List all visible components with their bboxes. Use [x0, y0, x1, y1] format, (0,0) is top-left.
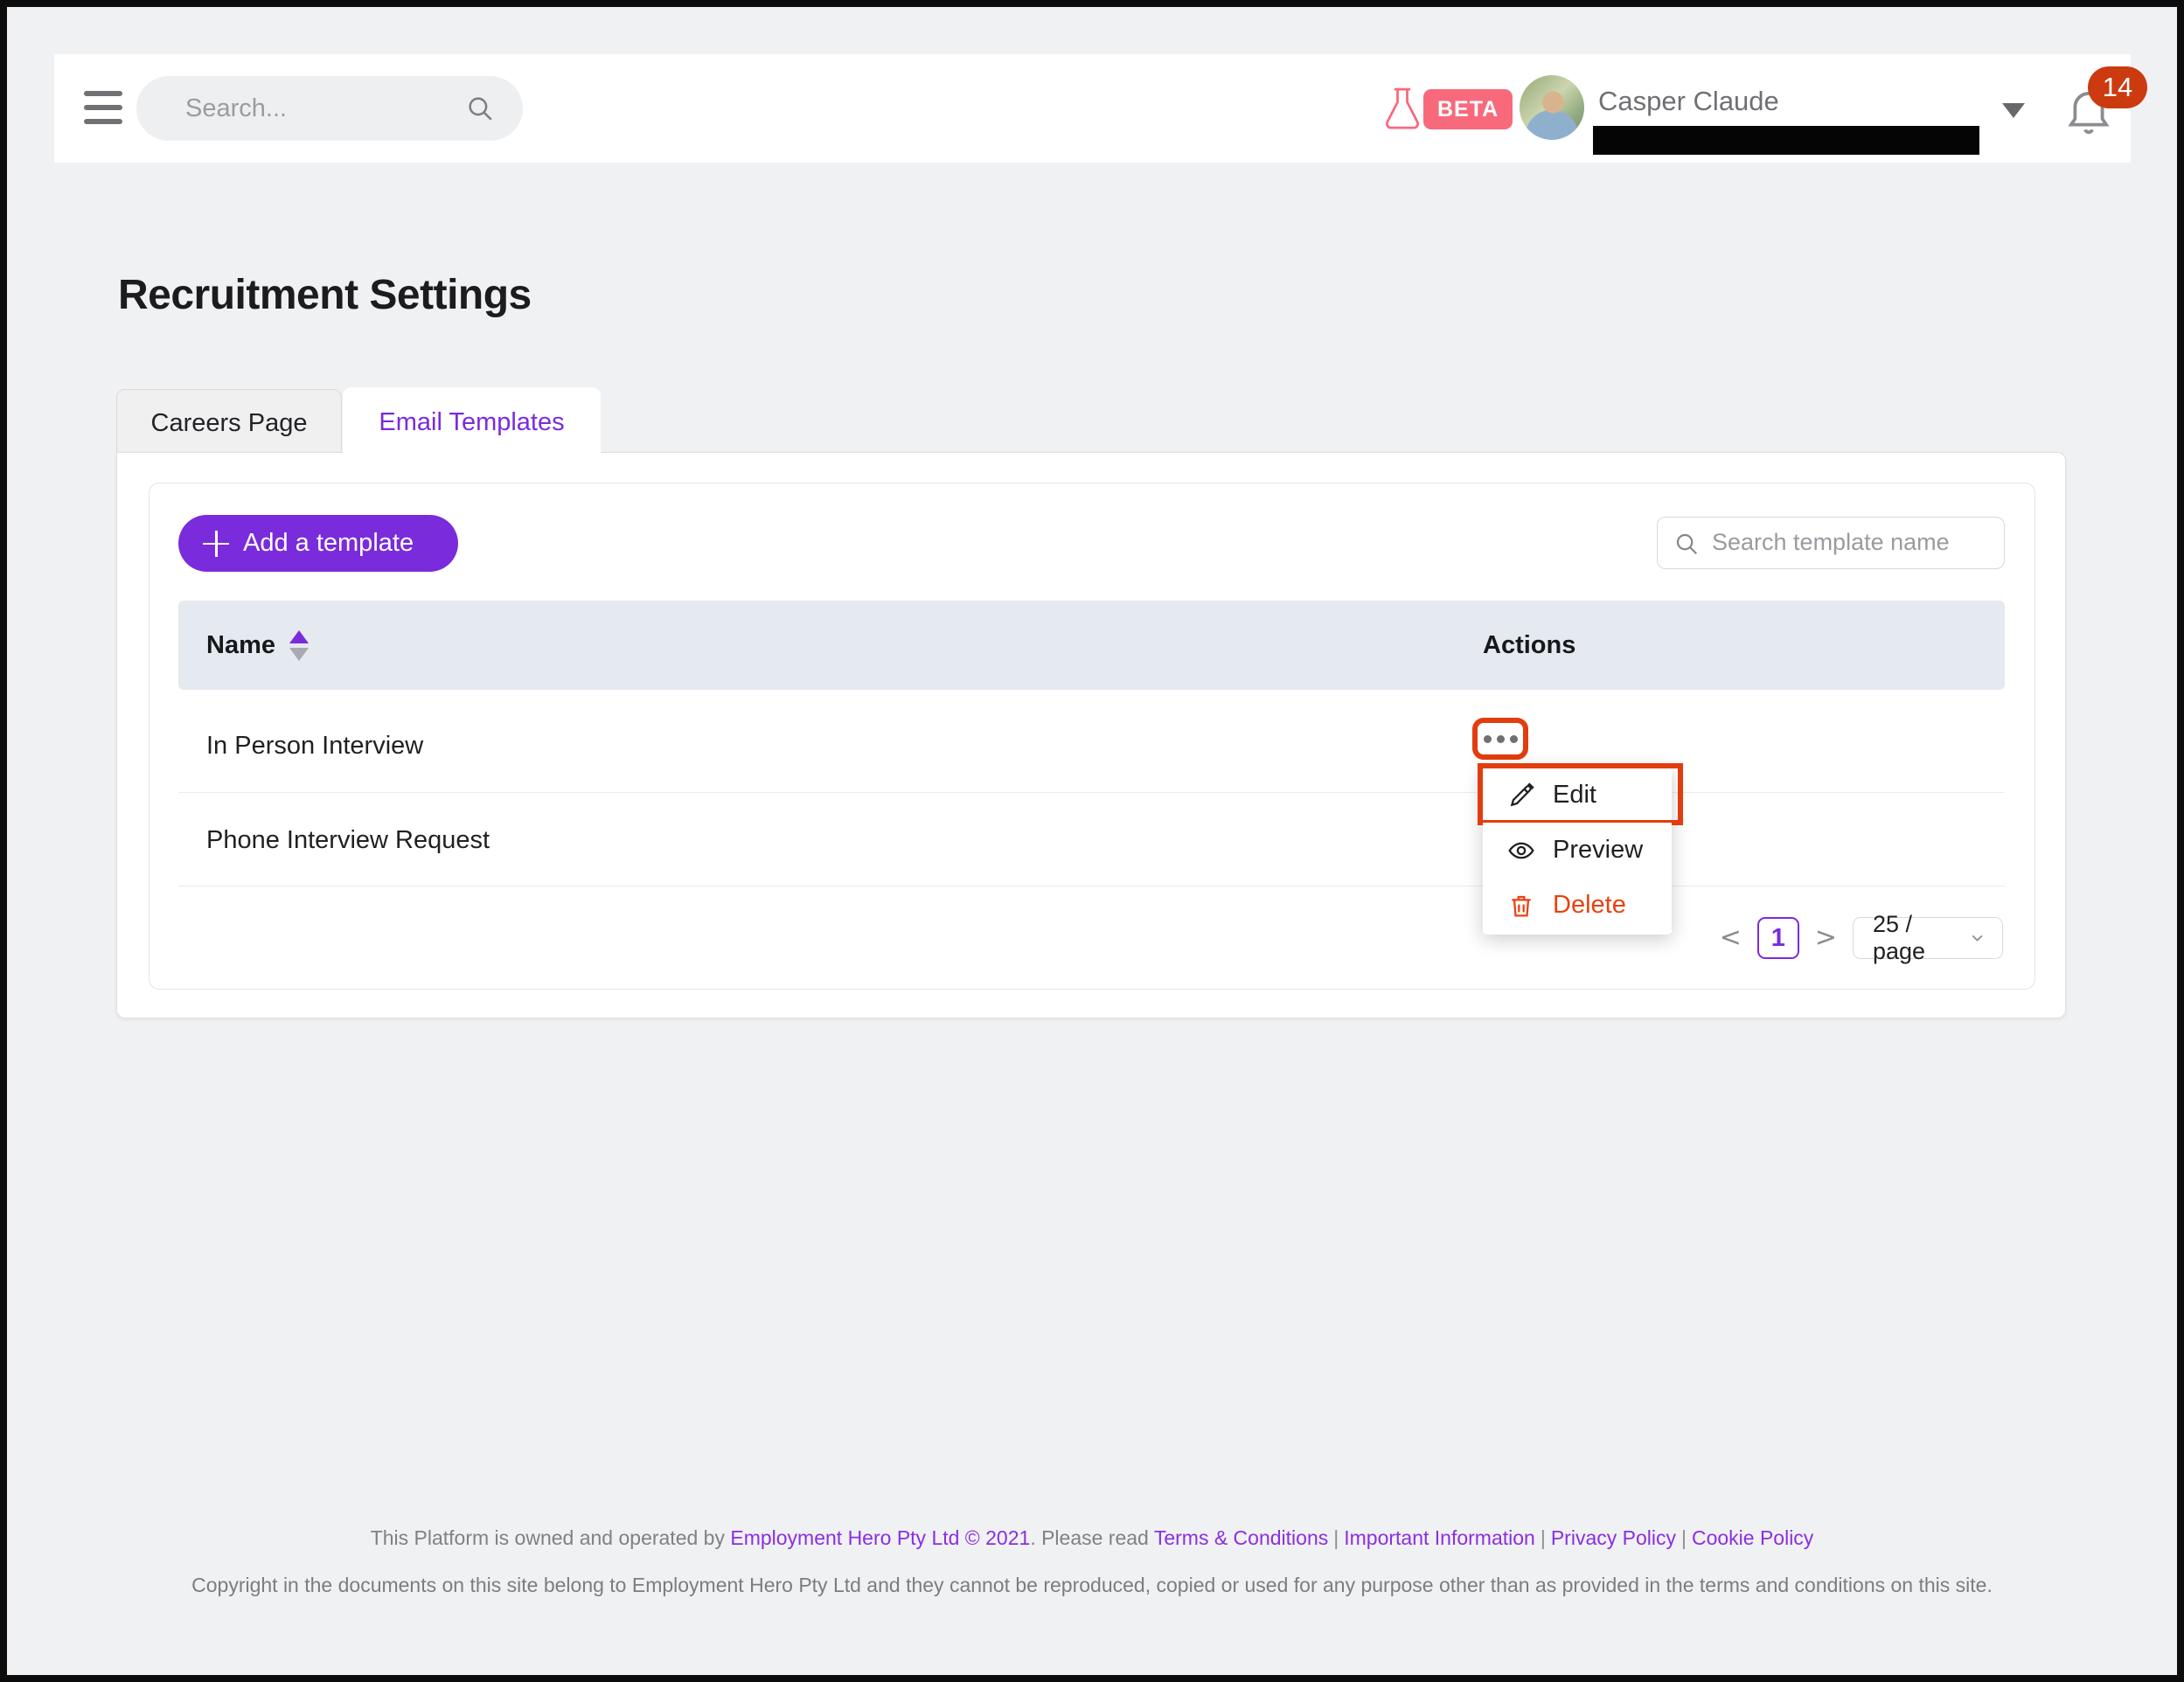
- sort-icons: [289, 630, 309, 661]
- prev-page-button[interactable]: <: [1720, 918, 1742, 958]
- user-menu-caret-icon[interactable]: [2002, 103, 2025, 118]
- ellipsis-icon: [1497, 735, 1505, 743]
- template-search-icon: [1673, 531, 1700, 557]
- ellipsis-icon: [1484, 735, 1492, 743]
- footer-privacy-link[interactable]: Privacy Policy: [1551, 1526, 1676, 1549]
- template-search: [1657, 517, 2005, 569]
- user-name: Casper Claude: [1598, 86, 1779, 117]
- footer-copyright-line: Copyright in the documents on this site …: [7, 1574, 2177, 1597]
- row-actions-ellipsis-button[interactable]: [1472, 718, 1528, 760]
- footer-company-link[interactable]: Employment Hero Pty Ltd © 2021: [730, 1526, 1030, 1549]
- menu-item-label: Delete: [1553, 891, 1626, 920]
- column-header-actions: Actions: [1483, 601, 1575, 690]
- footer-text: . Please read: [1030, 1526, 1154, 1549]
- add-template-label: Add a template: [243, 529, 414, 558]
- column-header-name[interactable]: Name: [206, 601, 309, 690]
- row-divider: [178, 792, 2005, 793]
- menu-item-label: Preview: [1553, 836, 1643, 865]
- app-screen: BETA Casper Claude 14 Recruitment Settin…: [7, 7, 2177, 1675]
- chevron-down-icon: [1968, 928, 1986, 948]
- ellipsis-icon: [1510, 735, 1518, 743]
- page-size-select[interactable]: 25 / page: [1853, 917, 2003, 959]
- menu-item-edit[interactable]: Edit: [1483, 768, 1672, 823]
- beta-badge: BETA: [1423, 89, 1513, 129]
- template-name-cell: In Person Interview: [206, 732, 423, 761]
- pagination: < 1 > 25 / page: [1720, 917, 2003, 959]
- page-title: Recruitment Settings: [118, 271, 532, 319]
- footer-separator: |: [1328, 1526, 1344, 1549]
- hamburger-menu-icon[interactable]: [84, 91, 122, 124]
- eye-icon: [1507, 837, 1535, 865]
- search-icon: [465, 94, 495, 123]
- sort-desc-icon: [289, 648, 309, 661]
- menu-item-delete[interactable]: Delete: [1483, 878, 1672, 933]
- redacted-user-detail: [1593, 126, 1979, 155]
- beta-flask-icon: [1383, 84, 1422, 136]
- trash-icon: [1507, 892, 1535, 920]
- tab-email-templates[interactable]: Email Templates: [343, 387, 601, 457]
- tab-careers-page[interactable]: Careers Page: [116, 389, 342, 455]
- table-header-row: Name Actions: [178, 601, 2005, 690]
- menu-item-label: Edit: [1553, 781, 1596, 810]
- footer-legal-line: This Platform is owned and operated by E…: [7, 1526, 2177, 1550]
- footer-text: This Platform is owned and operated by: [371, 1526, 731, 1549]
- template-search-input[interactable]: [1712, 518, 1992, 567]
- footer-cookie-link[interactable]: Cookie Policy: [1692, 1526, 1813, 1549]
- footer-important-info-link[interactable]: Important Information: [1344, 1526, 1535, 1549]
- global-search-input[interactable]: [185, 76, 448, 141]
- plus-icon: [203, 531, 229, 557]
- template-name-cell: Phone Interview Request: [206, 826, 490, 855]
- pencil-icon: [1507, 782, 1535, 810]
- add-template-button[interactable]: Add a template: [178, 515, 458, 572]
- email-templates-card: Add a template Name Actions In Person In…: [149, 483, 2035, 990]
- page-number-1[interactable]: 1: [1757, 917, 1799, 959]
- top-navigation-bar: BETA Casper Claude 14: [54, 54, 2131, 163]
- next-page-button[interactable]: >: [1815, 918, 1837, 958]
- footer-terms-link[interactable]: Terms & Conditions: [1154, 1526, 1328, 1549]
- global-search: [136, 76, 523, 141]
- menu-item-preview[interactable]: Preview: [1483, 823, 1672, 878]
- screenshot-frame: BETA Casper Claude 14 Recruitment Settin…: [0, 0, 2184, 1682]
- column-name-label: Name: [206, 631, 275, 660]
- user-avatar[interactable]: [1520, 75, 1584, 140]
- footer-separator: |: [1535, 1526, 1551, 1549]
- row-actions-menu: Edit Preview Delete: [1483, 766, 1672, 935]
- notification-count-badge[interactable]: 14: [2088, 66, 2147, 108]
- footer-separator: |: [1676, 1526, 1692, 1549]
- sort-asc-icon: [289, 630, 309, 643]
- page-size-value: 25 / page: [1873, 911, 1968, 965]
